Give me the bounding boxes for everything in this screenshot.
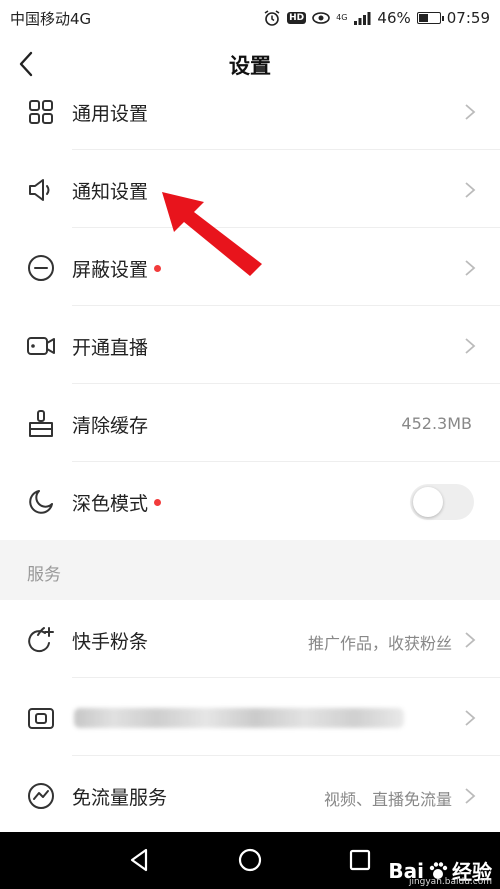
services-section-header: 服务 [0, 540, 500, 600]
status-icons: HD 4G 46% 07:59 [263, 6, 490, 30]
settings-item-live[interactable]: 开通直播 [0, 306, 500, 384]
settings-item-label: 清除缓存 [72, 415, 149, 437]
nav-back-icon[interactable] [124, 844, 156, 876]
settings-item-label: 屏蔽设置 [72, 255, 162, 282]
signal-icon [354, 12, 371, 25]
chevron-right-icon [465, 182, 476, 198]
nav-recents-icon[interactable] [344, 844, 376, 876]
broom-icon [29, 410, 53, 437]
service-item-fans[interactable]: 快手粉条 推广作品，收获粉丝 [0, 600, 500, 678]
status-bar: 中国移动4G HD 4G 46% 07:59 [0, 0, 500, 36]
settings-item-label: 通用设置 [72, 103, 149, 125]
carrier-label: 中国移动4G [10, 10, 92, 28]
alarm-icon [264, 10, 280, 26]
section-title: 服务 [27, 565, 61, 585]
network-type-badge: 4G [336, 13, 348, 22]
page-title: 设置 [229, 54, 271, 78]
speaker-icon [29, 179, 50, 201]
settings-item-label: 开通直播 [72, 337, 149, 359]
settings-item-label: 深色模式 [72, 489, 162, 516]
annotation-arrow-icon [162, 192, 262, 276]
minus-circle-icon [28, 255, 54, 281]
red-dot-badge [154, 499, 162, 506]
settings-item-label: 快手粉条 [72, 631, 149, 653]
clock: 07:59 [446, 9, 490, 27]
battery-icon [416, 12, 444, 24]
free-data-description: 视频、直播免流量 [323, 790, 452, 809]
settings-item-dark-mode: 深色模式 [0, 462, 500, 540]
wallet-icon [28, 708, 54, 729]
settings-item-general[interactable]: 通用设置 [0, 94, 500, 150]
trend-circle-icon [28, 783, 54, 809]
dark-mode-toggle[interactable] [410, 484, 474, 520]
video-camera-icon [27, 337, 55, 355]
moon-icon [29, 490, 53, 514]
settings-item-label: 通知设置 [72, 181, 149, 203]
settings-item-label: 免流量服务 [72, 787, 168, 809]
chevron-right-icon [465, 632, 476, 648]
chevron-right-icon [465, 104, 476, 120]
rocket-plus-icon [28, 627, 54, 653]
grid-icon [29, 100, 53, 124]
watermark-url: jingyan.baidu.com [408, 877, 492, 887]
blurred-redaction [74, 708, 404, 728]
nav-home-icon[interactable] [234, 844, 266, 876]
hd-badge: HD [287, 12, 307, 24]
chevron-right-icon [465, 338, 476, 354]
battery-percent: 46% [377, 9, 411, 27]
settings-item-text: 深色模式 [72, 493, 149, 515]
cache-size-value: 452.3MB [401, 414, 472, 433]
chevron-right-icon [465, 710, 476, 726]
fans-description: 推广作品，收获粉丝 [307, 634, 452, 653]
watermark: Bai 经验 jingyan.baidu.com [388, 856, 492, 888]
chevron-right-icon [465, 260, 476, 276]
system-nav-bar: Bai 经验 jingyan.baidu.com [0, 832, 500, 889]
eye-icon [312, 12, 330, 24]
service-item-blurred[interactable] [0, 678, 500, 756]
settings-item-cache[interactable]: 清除缓存 452.3MB [0, 384, 500, 462]
chevron-right-icon [465, 788, 476, 804]
app-header: 设置 [0, 36, 500, 94]
settings-item-text: 屏蔽设置 [72, 259, 149, 281]
toggle-knob [413, 487, 443, 517]
service-item-free-data[interactable]: 免流量服务 视频、直播免流量 [0, 756, 500, 832]
